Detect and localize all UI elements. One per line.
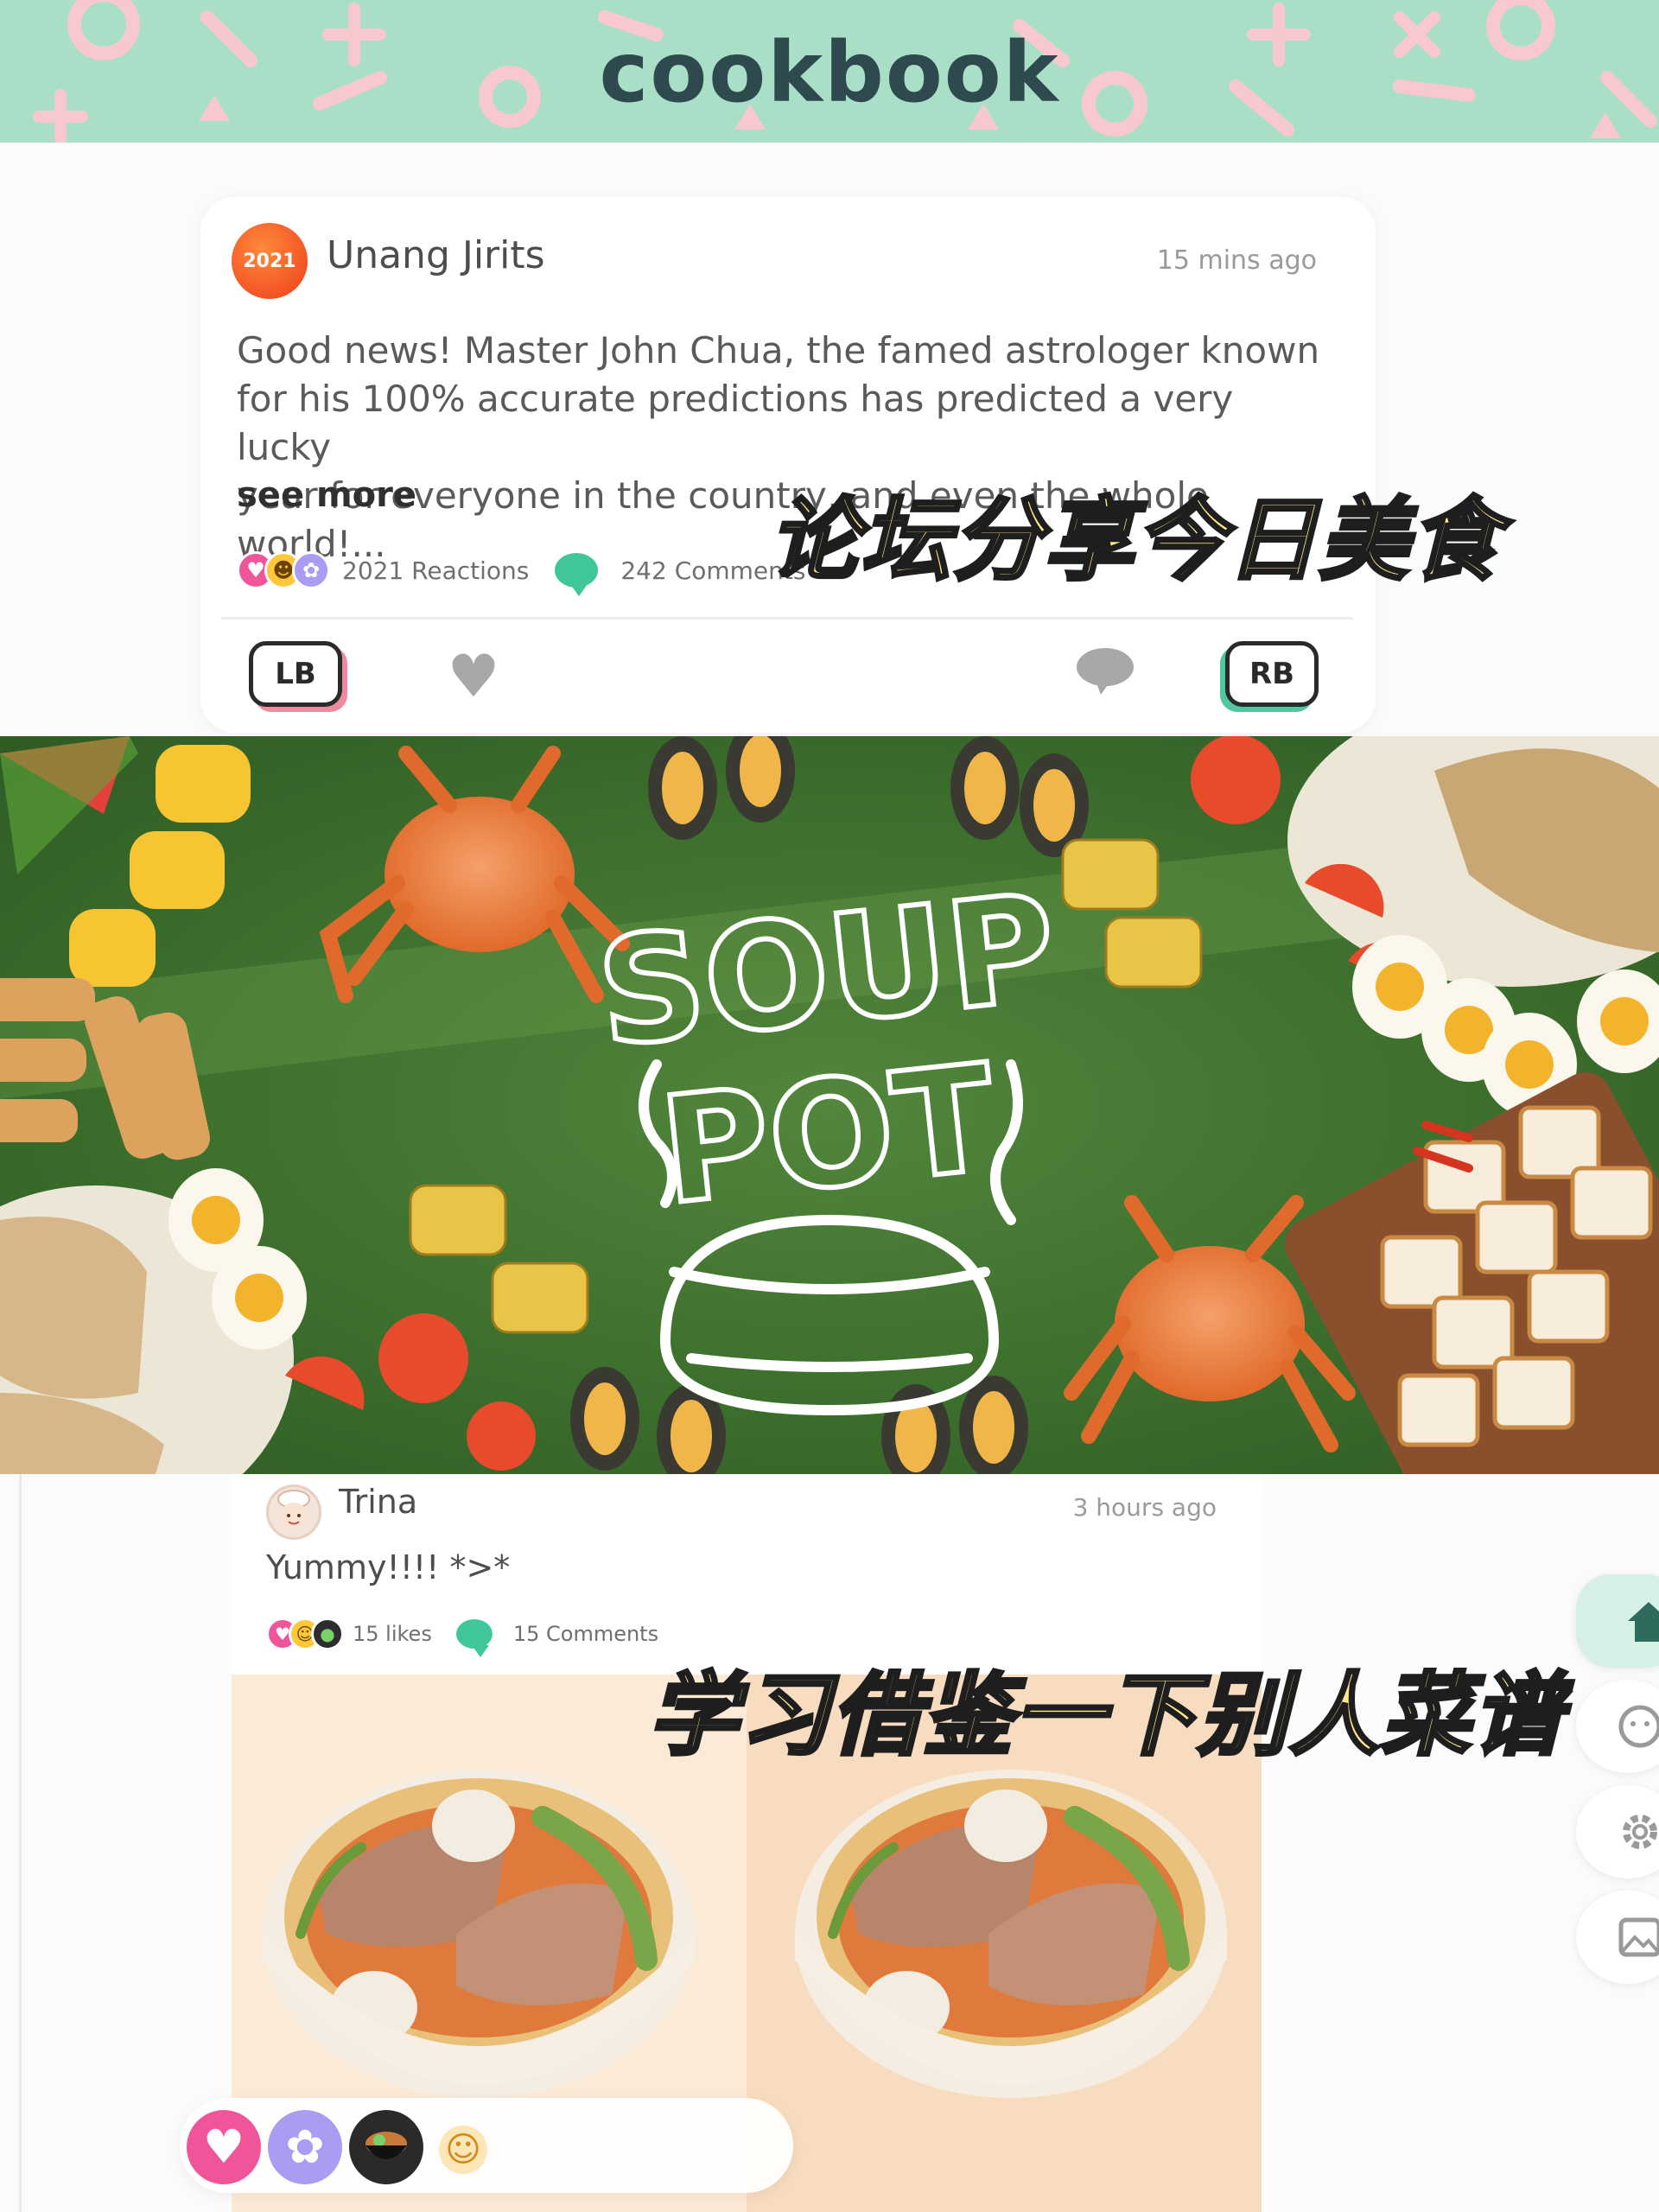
reactions-count: 2021 Reactions [342,556,530,585]
reaction-summary[interactable]: ♥ ☺ ● 15 likes 15 Comments [266,1618,658,1657]
likes-count: 15 likes [353,1622,432,1646]
flower-icon: ✿ [292,551,330,589]
author-name[interactable]: Trina [339,1483,417,1521]
caption-overlay-top: 论坛分享今日美食 [767,486,1503,594]
rail-photo-button[interactable] [1576,1891,1659,1984]
reaction-summary[interactable]: ♥ ☻ ✿ 2021 Reactions 242 Comments [237,551,805,596]
cookbook-screen: cookbook 2021 Unang Jirits 15 mins ago G… [0,0,1659,2212]
soup-pot-logo-line1: SOUP [590,862,1063,1080]
soup-pot-logo-line2: POT [653,1033,1002,1238]
rb-button[interactable]: RB [1225,641,1319,707]
author-avatar[interactable]: 2021 [232,223,308,299]
stew-icon[interactable] [349,2110,423,2184]
gear-icon [1623,1815,1657,1849]
comment-icon [555,553,599,596]
app-title: cookbook [599,24,1060,121]
comment-chat-icon[interactable] [1075,646,1135,696]
author-name[interactable]: Unang Jirits [327,233,545,277]
card-divider [221,617,1353,620]
stew-bowl-mini [365,2132,407,2159]
reaction-picker-bar[interactable]: ♥ ✿ ☺ [180,2098,793,2193]
chef-avatar-icon [277,1490,310,1530]
rail-home-button[interactable] [1576,1574,1659,1668]
heart-icon[interactable]: ♥ [187,2110,261,2184]
lb-button[interactable]: LB [249,641,342,707]
post-timestamp: 3 hours ago [1072,1493,1217,1522]
left-guide-line [19,1474,22,2212]
post-message: Yummy!!!! *>* [266,1548,511,1586]
flower-icon[interactable]: ✿ [268,2110,342,2184]
trina-avatar[interactable] [266,1484,321,1540]
like-heart-icon[interactable]: ♥ [442,646,505,709]
rail-settings-button[interactable] [1576,1785,1659,1878]
comment-icon [455,1619,493,1657]
banner-food-illustration: SOUP POT [0,736,1659,1474]
photo-icon [1618,1917,1659,1957]
caption-overlay-bottom: 学习借鉴一下别人菜谱 [646,1661,1565,1770]
post-card[interactable]: 2021 Unang Jirits 15 mins ago Good news!… [200,197,1376,733]
app-header: cookbook [0,0,1659,143]
see-more-link[interactable]: see more [237,475,416,515]
stew-icon: ● [311,1618,344,1650]
home-icon [1628,1602,1659,1642]
post-timestamp: 15 mins ago [1156,245,1317,276]
smile-icon[interactable]: ☺ [439,2126,487,2174]
face-icon [1618,1705,1659,1748]
rail-face-button[interactable] [1576,1680,1659,1773]
soup-pot-banner: SOUP POT [0,736,1659,1474]
comments-count[interactable]: 15 Comments [513,1622,658,1646]
